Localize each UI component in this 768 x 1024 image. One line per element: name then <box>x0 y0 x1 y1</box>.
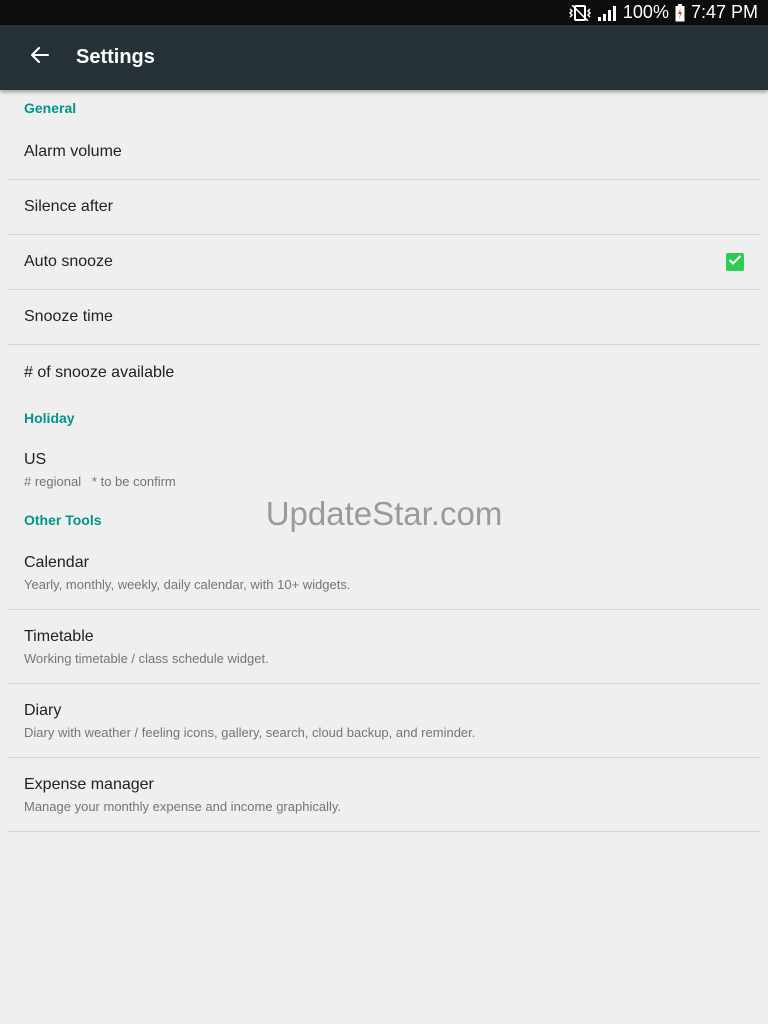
checkmark-icon <box>728 253 742 271</box>
tool-calendar[interactable]: Calendar Yearly, monthly, weekly, daily … <box>8 536 760 610</box>
tool-timetable[interactable]: Timetable Working timetable / class sche… <box>8 610 760 684</box>
setting-label: Snooze time <box>24 308 113 325</box>
tool-title: Expense manager <box>24 775 154 793</box>
arrow-back-icon <box>31 47 49 68</box>
setting-label: US <box>24 451 47 468</box>
tool-subtitle: Manage your monthly expense and income g… <box>24 798 341 814</box>
vibrate-icon <box>568 4 591 21</box>
setting-snooze-time[interactable]: Snooze time <box>8 290 760 345</box>
setting-label: # of snooze available <box>24 363 175 381</box>
setting-silence-after[interactable]: Silence after <box>8 180 760 235</box>
setting-auto-snooze[interactable]: Auto snooze <box>8 235 760 290</box>
app-bar: Settings <box>0 25 768 90</box>
setting-label: Alarm volume <box>24 142 122 160</box>
tool-title: Calendar <box>24 553 89 571</box>
battery-icon <box>675 3 685 22</box>
status-bar: 100% 7:47 PM <box>0 0 768 25</box>
settings-list: General Alarm volume Silence after Auto … <box>0 90 768 832</box>
section-header-holiday: Holiday <box>24 410 75 426</box>
clock: 7:47 PM <box>690 2 758 22</box>
tool-subtitle: Diary with weather / feeling icons, gall… <box>24 724 476 740</box>
tool-title: Timetable <box>24 627 94 645</box>
tool-title: Diary <box>24 701 62 719</box>
auto-snooze-checkbox[interactable] <box>726 253 744 271</box>
tool-subtitle: Working timetable / class schedule widge… <box>24 650 269 666</box>
setting-snooze-count[interactable]: # of snooze available <box>8 345 760 400</box>
battery-percent: 100% <box>622 2 669 22</box>
setting-holiday-us[interactable]: US # regional * to be confirm <box>8 434 760 506</box>
setting-label: Auto snooze <box>24 253 113 270</box>
setting-alarm-volume[interactable]: Alarm volume <box>8 124 760 180</box>
section-header-general: General <box>24 100 77 116</box>
tool-diary[interactable]: Diary Diary with weather / feeling icons… <box>8 684 760 758</box>
tool-expense-manager[interactable]: Expense manager Manage your monthly expe… <box>8 758 760 832</box>
section-header-other-tools: Other Tools <box>24 512 102 528</box>
tool-subtitle: Yearly, monthly, weekly, daily calendar,… <box>24 576 351 592</box>
setting-label: Silence after <box>24 198 113 215</box>
page-title: Settings <box>76 46 155 68</box>
signal-icon <box>597 5 617 21</box>
back-button[interactable] <box>20 38 60 78</box>
setting-subtitle: # regional * to be confirm <box>24 474 176 489</box>
